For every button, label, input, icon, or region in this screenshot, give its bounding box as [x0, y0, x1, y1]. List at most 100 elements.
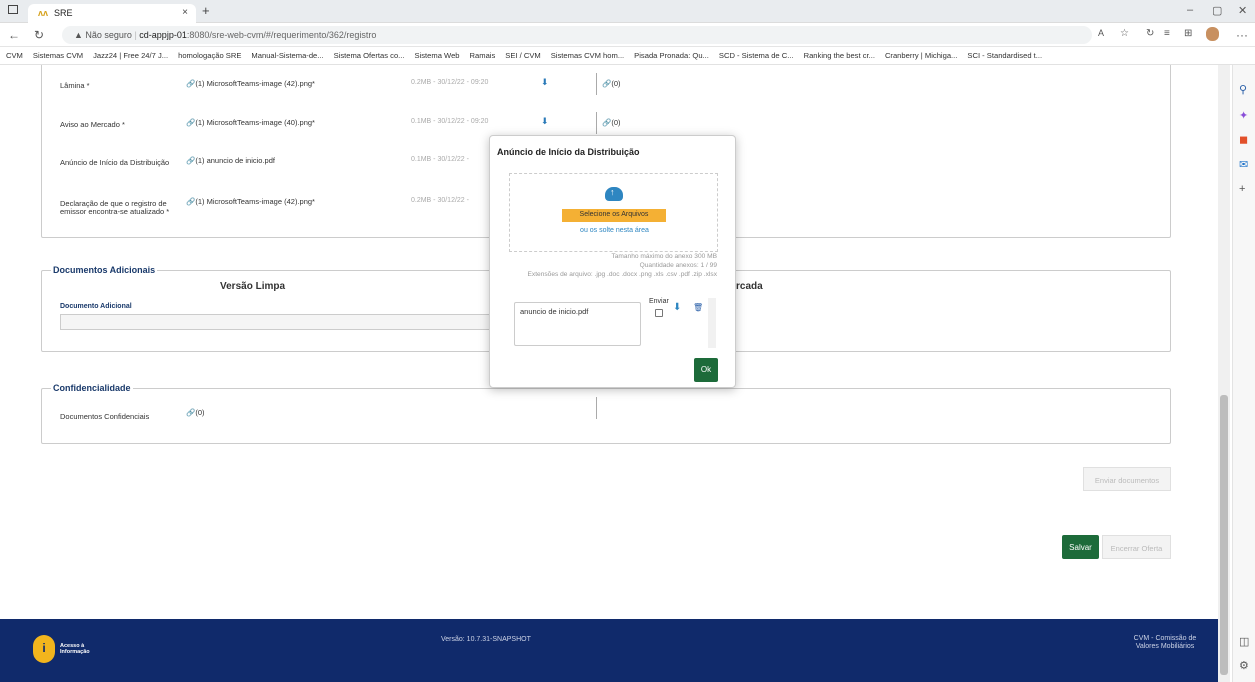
tab-sre[interactable]: ʌʌ SRE ×	[28, 4, 196, 23]
close-window-icon[interactable]: ✕	[1238, 4, 1247, 17]
profile-avatar[interactable]	[1206, 27, 1219, 41]
confidential-docs-label: Documentos Confidenciais	[60, 412, 150, 421]
tab-title: SRE	[54, 8, 73, 18]
page-scrollbar[interactable]	[1218, 65, 1230, 682]
file-list-scrollbar[interactable]	[708, 298, 716, 348]
paperclip-icon: 🔗	[186, 408, 196, 417]
bookmark-item[interactable]: Ranking the best cr...	[804, 51, 875, 60]
confidentiality-legend: Confidencialidade	[51, 383, 133, 393]
marked-version-header: rcada	[736, 281, 763, 292]
bookmark-item[interactable]: SCD - Sistema de C...	[719, 51, 794, 60]
close-tab-icon[interactable]: ×	[182, 7, 188, 18]
browser-tab-bar: ʌʌ SRE × + – ▢ ✕	[0, 0, 1255, 23]
footer: i Acesso à Informação Versão: 10.7.31-SN…	[0, 619, 1218, 682]
copilot-icon[interactable]: ✦	[1239, 109, 1248, 122]
document-file-link[interactable]: 🔗(1) anuncio de inicio.pdf	[186, 156, 275, 165]
bookmark-item[interactable]: Sistema Web	[415, 51, 460, 60]
outlook-icon[interactable]: ✉	[1239, 158, 1248, 171]
clean-version-header: Versão Limpa	[220, 281, 286, 292]
marked-version-count[interactable]: 🔗(0)	[602, 79, 621, 88]
bookmark-item[interactable]: Sistemas CVM	[33, 51, 83, 60]
bookmark-item[interactable]: homologação SRE	[178, 51, 241, 60]
download-icon[interactable]: ⬇	[541, 77, 549, 88]
collections-icon[interactable]: ⊞	[1184, 28, 1192, 39]
select-files-button[interactable]: Selecione os Arquivos	[562, 209, 666, 222]
max-size-info: Tamanho máximo do anexo 300 MB	[611, 253, 717, 260]
refresh-icon[interactable]: ↻	[34, 28, 44, 42]
document-meta: 0.2MB - 30/12/22 - 09:20	[411, 79, 489, 86]
document-meta: 0.2MB - 30/12/22 -	[411, 197, 469, 204]
more-icon[interactable]: ···	[1236, 28, 1248, 42]
office-icon[interactable]: ◼	[1239, 133, 1248, 146]
divider	[596, 73, 597, 95]
document-file-link[interactable]: 🔗(1) MicrosoftTeams-image (42).png*	[186, 197, 315, 206]
new-tab-icon[interactable]: +	[202, 3, 210, 18]
bookmark-item[interactable]: Ramais	[470, 51, 496, 60]
settings-icon[interactable]: ⚙	[1239, 659, 1249, 672]
bookmark-item[interactable]: SEI / CVM	[505, 51, 540, 60]
search-icon[interactable]: ⚲	[1239, 83, 1247, 96]
minimize-icon[interactable]: –	[1187, 4, 1193, 16]
confidentiality-panel	[41, 388, 1171, 444]
edge-sidebar: ⚲ ✦ ◼ ✉ + ◫ ⚙	[1232, 65, 1255, 682]
version-label: Versão: 10.7.31-SNAPSHOT	[441, 636, 531, 643]
back-icon[interactable]: ←	[8, 28, 20, 42]
tab-actions-icon[interactable]	[8, 5, 18, 14]
extensions-info: Extensões de arquivo: .jpg .doc .docx .p…	[527, 271, 717, 278]
bookmark-item[interactable]: Cranberry | Michiga...	[885, 51, 957, 60]
info-access-label[interactable]: Acesso à Informação	[60, 643, 100, 655]
bookmarks-bar: CVM Sistemas CVM Jazz24 | Free 24/7 J... ho…	[0, 47, 1255, 65]
read-aloud-icon[interactable]: A	[1098, 28, 1104, 38]
url-host: cd-appjp-01	[139, 30, 187, 40]
bookmark-item[interactable]: SCI - Standardised t...	[967, 51, 1042, 60]
bookmark-item[interactable]: Pisada Pronada: Qu...	[634, 51, 709, 60]
favorite-icon[interactable]: ☆	[1120, 28, 1129, 39]
document-label: Aviso ao Mercado *	[60, 120, 125, 129]
url-field[interactable]: ▲ Não seguro | cd-appjp-01:8080/sre-web-…	[62, 26, 1092, 44]
ok-button[interactable]: Ok	[694, 358, 718, 382]
additional-documents-legend: Documentos Adicionais	[51, 265, 158, 275]
upload-modal: Anúncio de Início da Distribuição Seleci…	[489, 135, 736, 388]
drop-hint: ou os solte nesta área	[580, 227, 649, 234]
address-bar-row: ← ↻ ▲ Não seguro | cd-appjp-01:8080/sre-…	[0, 23, 1255, 47]
download-icon[interactable]: ⬇	[673, 302, 681, 313]
file-name: anuncio de inicio.pdf	[520, 307, 589, 316]
download-icon[interactable]: ⬇	[541, 116, 549, 127]
save-button[interactable]: Salvar	[1062, 535, 1099, 559]
sre-logo-icon: ʌʌ	[38, 8, 49, 18]
bookmark-item[interactable]: CVM	[6, 51, 23, 60]
document-file-link[interactable]: 🔗(1) MicrosoftTeams-image (42).png*	[186, 79, 315, 88]
paperclip-icon: 🔗	[602, 79, 612, 88]
paperclip-icon: 🔗	[186, 79, 196, 88]
attachment-count-info: Quantidade anexos: 1 / 99	[639, 262, 717, 269]
cvm-label: CVM - Comissão de Valores Mobiliários	[1133, 635, 1197, 650]
additional-document-label: Documento Adicional	[60, 303, 132, 310]
send-documents-button[interactable]: Enviar documentos	[1083, 467, 1171, 491]
cloud-upload-icon	[605, 187, 623, 201]
document-meta: 0.1MB - 30/12/22 - 09:20	[411, 118, 489, 125]
bookmark-item[interactable]: Jazz24 | Free 24/7 J...	[93, 51, 168, 60]
bookmark-item[interactable]: Sistemas CVM hom...	[551, 51, 624, 60]
delete-icon[interactable]: 🗑	[693, 303, 703, 312]
sidebar-toggle-icon[interactable]: ◫	[1239, 635, 1249, 648]
close-offer-button[interactable]: Encerrar Oferta	[1102, 535, 1171, 559]
bookmark-item[interactable]: Manual-Sistema-de...	[251, 51, 323, 60]
drop-zone[interactable]: Selecione os Arquivos ou os solte nesta …	[509, 173, 718, 252]
marked-version-count[interactable]: 🔗(0)	[602, 118, 621, 127]
scrollbar-thumb[interactable]	[1220, 395, 1228, 675]
restore-icon[interactable]: ▢	[1212, 4, 1222, 17]
url-path: :8080/sre-web-cvm/#/requerimento/362/reg…	[186, 30, 377, 40]
document-meta: 0.1MB - 30/12/22 -	[411, 156, 469, 163]
document-file-link[interactable]: 🔗(1) MicrosoftTeams-image (40).png*	[186, 118, 315, 127]
document-label: Anúncio de Início da Distribuição	[60, 158, 170, 167]
favorites-list-icon[interactable]: ≡	[1164, 28, 1170, 39]
divider	[596, 397, 597, 419]
confidential-docs-count[interactable]: 🔗(0)	[186, 408, 205, 417]
info-access-icon[interactable]: i	[33, 635, 55, 663]
send-checkbox[interactable]	[655, 309, 663, 317]
bookmark-item[interactable]: Sistema Ofertas co...	[334, 51, 405, 60]
additional-document-field[interactable]	[60, 314, 490, 330]
add-sidebar-icon[interactable]: +	[1239, 183, 1245, 195]
paperclip-icon: 🔗	[186, 156, 196, 165]
refresh-page-icon[interactable]: ↻	[1146, 28, 1154, 39]
